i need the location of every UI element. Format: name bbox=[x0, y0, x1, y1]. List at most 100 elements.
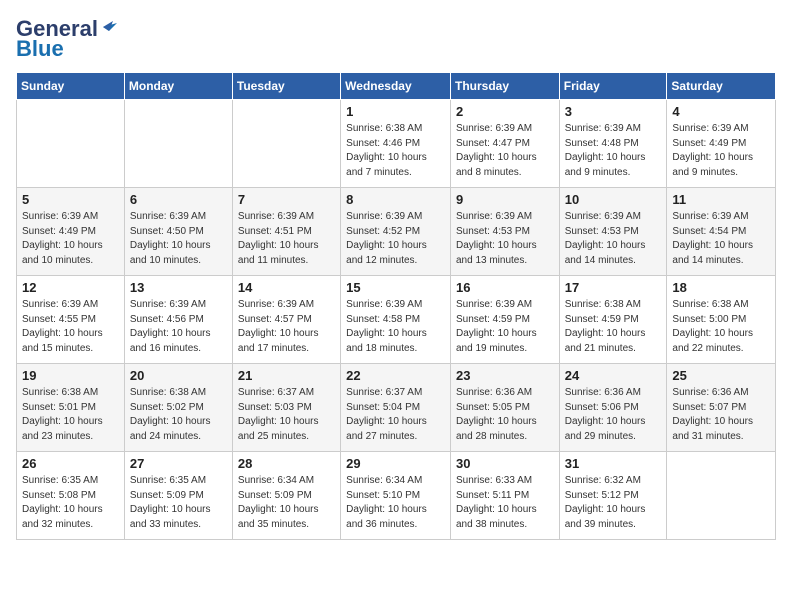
day-info: Sunrise: 6:35 AM Sunset: 5:08 PM Dayligh… bbox=[22, 474, 119, 532]
day-info: Sunrise: 6:36 AM Sunset: 5:06 PM Dayligh… bbox=[565, 386, 662, 444]
day-number: 21 bbox=[238, 368, 335, 383]
day-number: 16 bbox=[456, 280, 554, 295]
page-header: General Blue bbox=[16, 16, 776, 62]
day-number: 1 bbox=[346, 104, 445, 119]
day-info: Sunrise: 6:38 AM Sunset: 4:46 PM Dayligh… bbox=[346, 122, 445, 180]
day-info: Sunrise: 6:39 AM Sunset: 4:49 PM Dayligh… bbox=[22, 210, 119, 268]
day-info: Sunrise: 6:39 AM Sunset: 4:54 PM Dayligh… bbox=[672, 210, 770, 268]
logo-blue: Blue bbox=[16, 36, 64, 62]
day-cell: 31 Sunrise: 6:32 AM Sunset: 5:12 PM Dayli… bbox=[559, 452, 667, 540]
header-sunday: Sunday bbox=[17, 73, 125, 100]
day-number: 14 bbox=[238, 280, 335, 295]
day-info: Sunrise: 6:37 AM Sunset: 5:03 PM Dayligh… bbox=[238, 386, 335, 444]
day-info: Sunrise: 6:37 AM Sunset: 5:04 PM Dayligh… bbox=[346, 386, 445, 444]
day-number: 28 bbox=[238, 456, 335, 471]
day-number: 3 bbox=[565, 104, 662, 119]
day-cell: 17 Sunrise: 6:38 AM Sunset: 4:59 PM Dayli… bbox=[559, 276, 667, 364]
day-info: Sunrise: 6:39 AM Sunset: 4:56 PM Dayligh… bbox=[130, 298, 227, 356]
header-saturday: Saturday bbox=[667, 73, 776, 100]
header-tuesday: Tuesday bbox=[232, 73, 340, 100]
day-info: Sunrise: 6:39 AM Sunset: 4:50 PM Dayligh… bbox=[130, 210, 227, 268]
day-cell: 10Sunrise: 6:39 AM Sunset: 4:53 PM Dayli… bbox=[559, 188, 667, 276]
day-info: Sunrise: 6:39 AM Sunset: 4:55 PM Dayligh… bbox=[22, 298, 119, 356]
day-cell: 7 Sunrise: 6:39 AM Sunset: 4:51 PM Daylig… bbox=[232, 188, 340, 276]
week-row-3: 12Sunrise: 6:39 AM Sunset: 4:55 PM Dayli… bbox=[17, 276, 776, 364]
day-cell: 22 Sunrise: 6:37 AM Sunset: 5:04 PM Dayli… bbox=[341, 364, 451, 452]
day-cell: 6 Sunrise: 6:39 AM Sunset: 4:50 PM Daylig… bbox=[124, 188, 232, 276]
day-cell: 15Sunrise: 6:39 AM Sunset: 4:58 PM Dayli… bbox=[341, 276, 451, 364]
day-number: 7 bbox=[238, 192, 335, 207]
day-cell bbox=[232, 100, 340, 188]
day-info: Sunrise: 6:39 AM Sunset: 4:57 PM Dayligh… bbox=[238, 298, 335, 356]
day-cell bbox=[124, 100, 232, 188]
day-cell: 5 Sunrise: 6:39 AM Sunset: 4:49 PM Daylig… bbox=[17, 188, 125, 276]
day-number: 2 bbox=[456, 104, 554, 119]
day-cell: 28 Sunrise: 6:34 AM Sunset: 5:09 PM Dayli… bbox=[232, 452, 340, 540]
day-info: Sunrise: 6:39 AM Sunset: 4:58 PM Dayligh… bbox=[346, 298, 445, 356]
day-cell: 16Sunrise: 6:39 AM Sunset: 4:59 PM Dayli… bbox=[450, 276, 559, 364]
day-info: Sunrise: 6:38 AM Sunset: 5:00 PM Dayligh… bbox=[672, 298, 770, 356]
day-info: Sunrise: 6:39 AM Sunset: 4:53 PM Dayligh… bbox=[565, 210, 662, 268]
logo: General Blue bbox=[16, 16, 117, 62]
day-cell: 27 Sunrise: 6:35 AM Sunset: 5:09 PM Dayli… bbox=[124, 452, 232, 540]
week-row-2: 5 Sunrise: 6:39 AM Sunset: 4:49 PM Daylig… bbox=[17, 188, 776, 276]
header-row: SundayMondayTuesdayWednesdayThursdayFrid… bbox=[17, 73, 776, 100]
day-number: 25 bbox=[672, 368, 770, 383]
day-number: 26 bbox=[22, 456, 119, 471]
day-info: Sunrise: 6:36 AM Sunset: 5:07 PM Dayligh… bbox=[672, 386, 770, 444]
day-number: 18 bbox=[672, 280, 770, 295]
day-info: Sunrise: 6:38 AM Sunset: 5:02 PM Dayligh… bbox=[130, 386, 227, 444]
header-monday: Monday bbox=[124, 73, 232, 100]
day-info: Sunrise: 6:34 AM Sunset: 5:09 PM Dayligh… bbox=[238, 474, 335, 532]
day-cell: 13 Sunrise: 6:39 AM Sunset: 4:56 PM Dayli… bbox=[124, 276, 232, 364]
day-cell: 29 Sunrise: 6:34 AM Sunset: 5:10 PM Dayli… bbox=[341, 452, 451, 540]
logo-bird-icon bbox=[99, 17, 117, 35]
day-number: 31 bbox=[565, 456, 662, 471]
day-cell: 9Sunrise: 6:39 AM Sunset: 4:53 PM Daylig… bbox=[450, 188, 559, 276]
day-number: 20 bbox=[130, 368, 227, 383]
day-number: 17 bbox=[565, 280, 662, 295]
day-info: Sunrise: 6:39 AM Sunset: 4:48 PM Dayligh… bbox=[565, 122, 662, 180]
day-info: Sunrise: 6:34 AM Sunset: 5:10 PM Dayligh… bbox=[346, 474, 445, 532]
day-number: 22 bbox=[346, 368, 445, 383]
day-info: Sunrise: 6:39 AM Sunset: 4:47 PM Dayligh… bbox=[456, 122, 554, 180]
day-cell: 26 Sunrise: 6:35 AM Sunset: 5:08 PM Dayli… bbox=[17, 452, 125, 540]
day-cell: 12Sunrise: 6:39 AM Sunset: 4:55 PM Dayli… bbox=[17, 276, 125, 364]
day-cell: 8Sunrise: 6:39 AM Sunset: 4:52 PM Daylig… bbox=[341, 188, 451, 276]
day-number: 6 bbox=[130, 192, 227, 207]
header-thursday: Thursday bbox=[450, 73, 559, 100]
header-wednesday: Wednesday bbox=[341, 73, 451, 100]
week-row-1: 1 Sunrise: 6:38 AM Sunset: 4:46 PM Daylig… bbox=[17, 100, 776, 188]
day-cell: 30 Sunrise: 6:33 AM Sunset: 5:11 PM Dayli… bbox=[450, 452, 559, 540]
day-info: Sunrise: 6:36 AM Sunset: 5:05 PM Dayligh… bbox=[456, 386, 554, 444]
day-cell: 20 Sunrise: 6:38 AM Sunset: 5:02 PM Dayli… bbox=[124, 364, 232, 452]
day-info: Sunrise: 6:38 AM Sunset: 4:59 PM Dayligh… bbox=[565, 298, 662, 356]
day-number: 29 bbox=[346, 456, 445, 471]
day-cell bbox=[17, 100, 125, 188]
day-number: 24 bbox=[565, 368, 662, 383]
day-info: Sunrise: 6:32 AM Sunset: 5:12 PM Dayligh… bbox=[565, 474, 662, 532]
day-info: Sunrise: 6:33 AM Sunset: 5:11 PM Dayligh… bbox=[456, 474, 554, 532]
day-cell: 2 Sunrise: 6:39 AM Sunset: 4:47 PM Daylig… bbox=[450, 100, 559, 188]
day-cell: 14 Sunrise: 6:39 AM Sunset: 4:57 PM Dayli… bbox=[232, 276, 340, 364]
day-number: 27 bbox=[130, 456, 227, 471]
day-info: Sunrise: 6:39 AM Sunset: 4:51 PM Dayligh… bbox=[238, 210, 335, 268]
day-cell bbox=[667, 452, 776, 540]
day-number: 13 bbox=[130, 280, 227, 295]
calendar-table: SundayMondayTuesdayWednesdayThursdayFrid… bbox=[16, 72, 776, 540]
day-number: 30 bbox=[456, 456, 554, 471]
day-number: 23 bbox=[456, 368, 554, 383]
day-number: 9 bbox=[456, 192, 554, 207]
day-info: Sunrise: 6:39 AM Sunset: 4:52 PM Dayligh… bbox=[346, 210, 445, 268]
day-cell: 4Sunrise: 6:39 AM Sunset: 4:49 PM Daylig… bbox=[667, 100, 776, 188]
day-cell: 25 Sunrise: 6:36 AM Sunset: 5:07 PM Dayli… bbox=[667, 364, 776, 452]
day-info: Sunrise: 6:38 AM Sunset: 5:01 PM Dayligh… bbox=[22, 386, 119, 444]
day-number: 11 bbox=[672, 192, 770, 207]
day-number: 19 bbox=[22, 368, 119, 383]
day-number: 5 bbox=[22, 192, 119, 207]
day-cell: 1 Sunrise: 6:38 AM Sunset: 4:46 PM Daylig… bbox=[341, 100, 451, 188]
day-cell: 23 Sunrise: 6:36 AM Sunset: 5:05 PM Dayli… bbox=[450, 364, 559, 452]
day-info: Sunrise: 6:39 AM Sunset: 4:49 PM Dayligh… bbox=[672, 122, 770, 180]
day-cell: 19 Sunrise: 6:38 AM Sunset: 5:01 PM Dayli… bbox=[17, 364, 125, 452]
day-info: Sunrise: 6:35 AM Sunset: 5:09 PM Dayligh… bbox=[130, 474, 227, 532]
